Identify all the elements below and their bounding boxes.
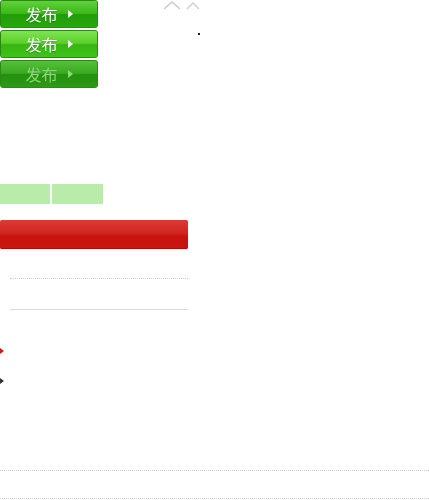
red-button-bar[interactable] xyxy=(0,220,188,249)
triangle-right-icon xyxy=(67,40,73,48)
publish-button-hover[interactable]: 发布 xyxy=(0,30,98,58)
publish-button-label: 发布 xyxy=(25,66,58,85)
dot-marker xyxy=(198,33,200,35)
light-green-tab[interactable] xyxy=(52,184,103,204)
dotted-divider xyxy=(10,278,188,279)
triangle-right-icon xyxy=(67,10,73,18)
dotted-divider xyxy=(0,470,429,471)
dotted-divider xyxy=(0,498,429,499)
light-green-tab[interactable] xyxy=(0,184,50,204)
publish-button[interactable]: 发布 xyxy=(0,0,98,28)
solid-divider xyxy=(10,309,188,310)
publish-button-label: 发布 xyxy=(25,6,58,25)
bullet-dark-icon xyxy=(0,378,4,384)
triangle-right-icon xyxy=(67,70,73,78)
publish-button-label: 发布 xyxy=(25,36,58,55)
bullet-red-icon xyxy=(0,348,4,354)
publish-button-disabled: 发布 xyxy=(0,60,98,88)
